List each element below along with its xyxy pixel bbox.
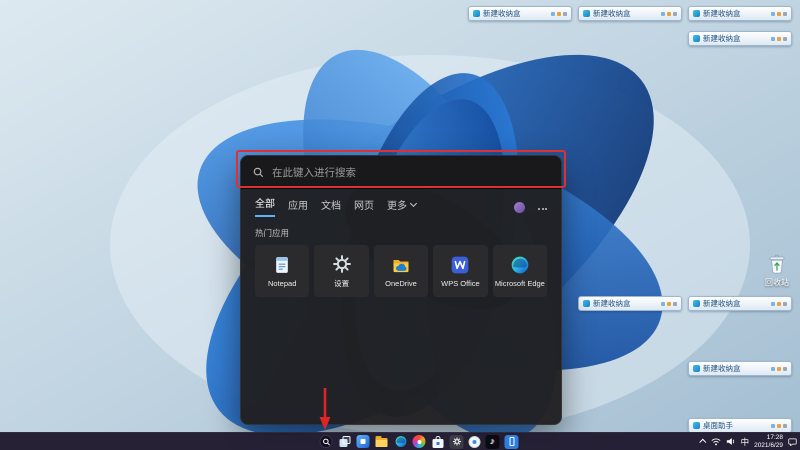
tab-all[interactable]: 全部 [255, 195, 275, 217]
gear-icon [452, 437, 461, 446]
app-tile-label: WPS Office [441, 279, 480, 288]
taskbar-icons [302, 433, 519, 450]
file-explorer-icon[interactable] [375, 435, 389, 449]
storage-box-icon [583, 300, 590, 307]
storage-box-icon [693, 35, 700, 42]
storage-box-icon [693, 10, 700, 17]
wps-icon [450, 255, 470, 275]
onedrive-icon [391, 255, 411, 275]
app-tile-label: Notepad [268, 279, 296, 288]
app-tile-wps-office[interactable]: WPS Office [433, 245, 487, 297]
storage-box-title: 新建收纳盒 [483, 8, 548, 19]
search-placeholder: 在此键入进行搜索 [272, 165, 356, 180]
storage-box-controls[interactable] [661, 12, 677, 16]
tray-chevron-icon[interactable] [699, 439, 706, 446]
search-input[interactable]: 在此键入进行搜索 [241, 156, 561, 189]
tab-more[interactable]: 更多 [387, 197, 416, 217]
search-window: 在此键入进行搜索 全部 应用 文档 网页 更多 热门应用 [240, 155, 562, 425]
storage-box-title: 新建收纳盒 [593, 298, 658, 309]
storage-box-title: 新建收纳盒 [703, 8, 768, 19]
tab-apps[interactable]: 应用 [288, 197, 308, 217]
desktop-assistant-icon [693, 422, 700, 429]
storage-box[interactable]: 新建收纳盒 [578, 296, 682, 311]
tray-date: 2021/6/29 [754, 442, 783, 450]
storage-box[interactable]: 新建收纳盒 [578, 6, 682, 21]
widgets-button[interactable] [357, 435, 370, 448]
phone-link-icon[interactable] [505, 435, 519, 449]
storage-box-icon [693, 300, 700, 307]
notification-icon[interactable] [788, 437, 797, 446]
storage-box[interactable]: 新建收纳盒 [468, 6, 572, 21]
tray-time: 17:28 [767, 434, 783, 442]
top-apps-heading: 热门应用 [255, 227, 547, 239]
desktop-assistant-bar[interactable]: 桌面助手 [688, 418, 792, 433]
top-apps-grid: Notepad 设置 [241, 245, 561, 297]
storage-box[interactable]: 新建收纳盒 [688, 361, 792, 376]
task-view-button[interactable] [338, 435, 352, 449]
app-tile-settings[interactable]: 设置 [314, 245, 368, 297]
app-icon-white-circle[interactable] [469, 436, 481, 448]
recycle-bin-label: 回收站 [765, 277, 789, 288]
desktop-assistant-controls[interactable] [771, 424, 787, 428]
tab-web[interactable]: 网页 [354, 197, 374, 217]
storage-box-controls[interactable] [771, 367, 787, 371]
system-tray: 中 17:28 2021/6/29 [701, 433, 797, 450]
ime-indicator[interactable]: 中 [741, 436, 750, 448]
desktop-assistant-title: 桌面助手 [703, 420, 768, 431]
tab-documents[interactable]: 文档 [321, 197, 341, 217]
recycle-bin[interactable]: 回收站 [756, 250, 798, 288]
options-icon[interactable] [538, 208, 547, 210]
desktop: 新建收纳盒 新建收纳盒 新建收纳盒 新建收纳盒 新建收纳盒 新建收纳盒 新建收纳… [0, 0, 800, 450]
storage-box-title: 新建收纳盒 [593, 8, 658, 19]
photos-icon[interactable] [413, 435, 426, 448]
taskbar-search-button[interactable] [320, 435, 333, 448]
storage-box-controls[interactable] [551, 12, 567, 16]
volume-icon[interactable] [726, 437, 736, 446]
notepad-icon [272, 255, 292, 275]
tab-more-label: 更多 [387, 197, 407, 212]
edge-icon-glyph [394, 435, 407, 448]
storage-box-controls[interactable] [771, 37, 787, 41]
recycle-bin-icon [764, 250, 790, 276]
app-tile-label: 设置 [334, 278, 349, 289]
search-icon [322, 438, 330, 446]
storage-box-controls[interactable] [771, 302, 787, 306]
search-tabs: 全部 应用 文档 网页 更多 [241, 189, 561, 217]
app-tile-onedrive[interactable]: OneDrive [374, 245, 428, 297]
app-tile-label: OneDrive [385, 279, 417, 288]
settings-icon [332, 254, 352, 274]
taskbar: 中 17:28 2021/6/29 [0, 432, 800, 450]
storage-box[interactable]: 新建收纳盒 [688, 31, 792, 46]
avatar-icon[interactable] [514, 202, 525, 213]
app-tile-edge[interactable]: Microsoft Edge [493, 245, 547, 297]
storage-box-controls[interactable] [771, 12, 787, 16]
app-tile-label: Microsoft Edge [495, 279, 545, 288]
start-button[interactable] [302, 435, 315, 448]
edge-icon [510, 255, 530, 275]
storage-box-title: 新建收纳盒 [703, 298, 768, 309]
app-tile-notepad[interactable]: Notepad [255, 245, 309, 297]
storage-box-title: 新建收纳盒 [703, 363, 768, 374]
wifi-icon[interactable] [711, 437, 721, 446]
chevron-down-icon [410, 199, 417, 206]
settings-app-icon[interactable] [450, 435, 464, 449]
storage-box[interactable]: 新建收纳盒 [688, 296, 792, 311]
taskbar-clock[interactable]: 17:28 2021/6/29 [754, 434, 783, 449]
tiktok-icon[interactable] [486, 435, 500, 449]
storage-box-controls[interactable] [661, 302, 677, 306]
edge-icon[interactable] [394, 435, 408, 449]
store-icon[interactable] [431, 435, 445, 449]
storage-box-icon [473, 10, 480, 17]
search-icon [253, 167, 264, 178]
storage-box[interactable]: 新建收纳盒 [688, 6, 792, 21]
storage-box-icon [583, 10, 590, 17]
storage-box-title: 新建收纳盒 [703, 33, 768, 44]
storage-box-icon [693, 365, 700, 372]
